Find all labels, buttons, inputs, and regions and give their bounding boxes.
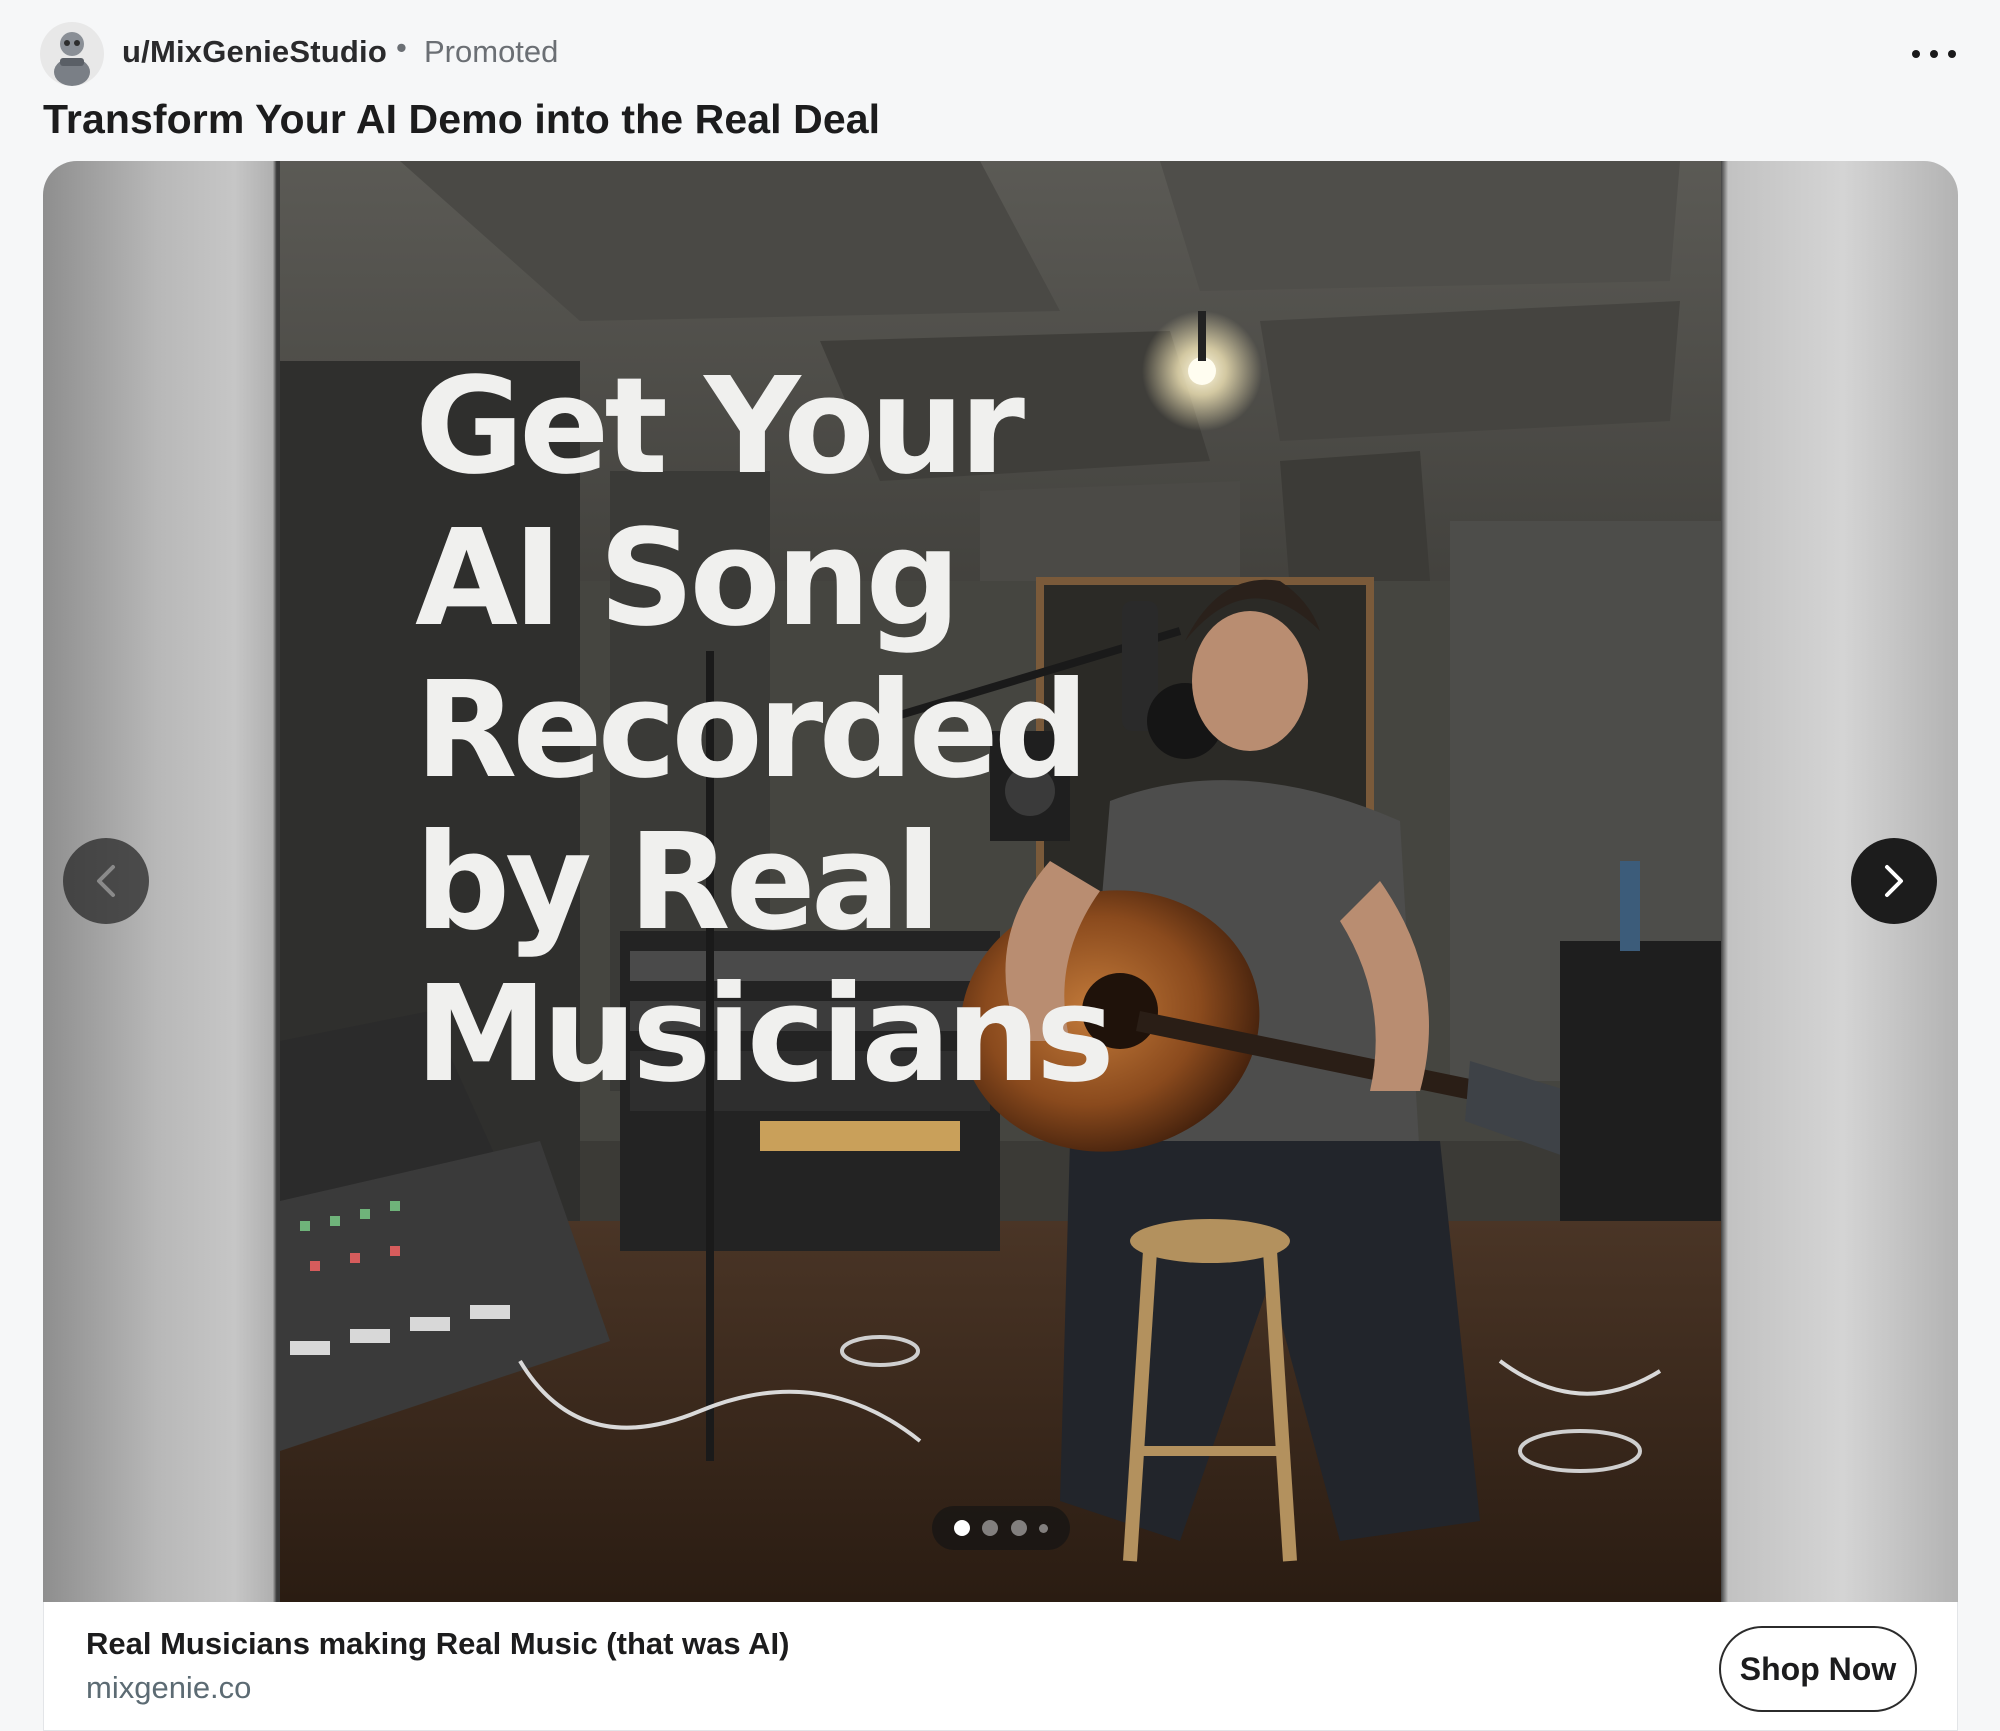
cta-headline[interactable]: Real Musicians making Real Music (that w… [86,1626,789,1662]
cta-bar[interactable]: Real Musicians making Real Music (that w… [43,1602,1958,1731]
overlay-line: by Real [415,806,941,960]
overlay-line: Recorded [415,654,1089,808]
header-separator: • [396,30,407,65]
overlay-line: Musicians [415,958,1115,1112]
chevron-left-icon [97,865,115,897]
media-carousel[interactable]: Get Your AI Song Recorded by Real Musici… [43,161,1958,1602]
post-title[interactable]: Transform Your AI Demo into the Real Dea… [43,96,880,143]
carousel-prev-button[interactable] [63,838,149,924]
user-avatar[interactable] [40,22,104,86]
carousel-dot-4[interactable] [1038,1523,1048,1533]
chevron-right-icon [1885,865,1903,897]
cta-domain[interactable]: mixgenie.co [86,1670,251,1706]
ad-headline-overlay: Get Your AI Song Recorded by Real Musici… [415,351,1115,1111]
more-options-button[interactable] [1904,36,1964,72]
post-author[interactable]: u/MixGenieStudio [122,34,387,70]
carousel-dot-3[interactable] [1010,1520,1027,1536]
carousel-dot-2[interactable] [982,1520,999,1536]
shop-now-button[interactable]: Shop Now [1719,1626,1917,1712]
post-header: u/MixGenieStudio • Promoted [0,0,2000,100]
carousel-pagination [932,1506,1070,1550]
promoted-post: u/MixGenieStudio • Promoted Transform Yo… [0,0,2000,1731]
promoted-label: Promoted [424,34,559,69]
overlay-line: AI Song [415,502,961,656]
carousel-next-button[interactable] [1851,838,1937,924]
carousel-dot-1[interactable] [954,1520,971,1536]
overlay-line: Get Your [415,350,1025,504]
more-horizontal-icon [1912,50,1920,58]
